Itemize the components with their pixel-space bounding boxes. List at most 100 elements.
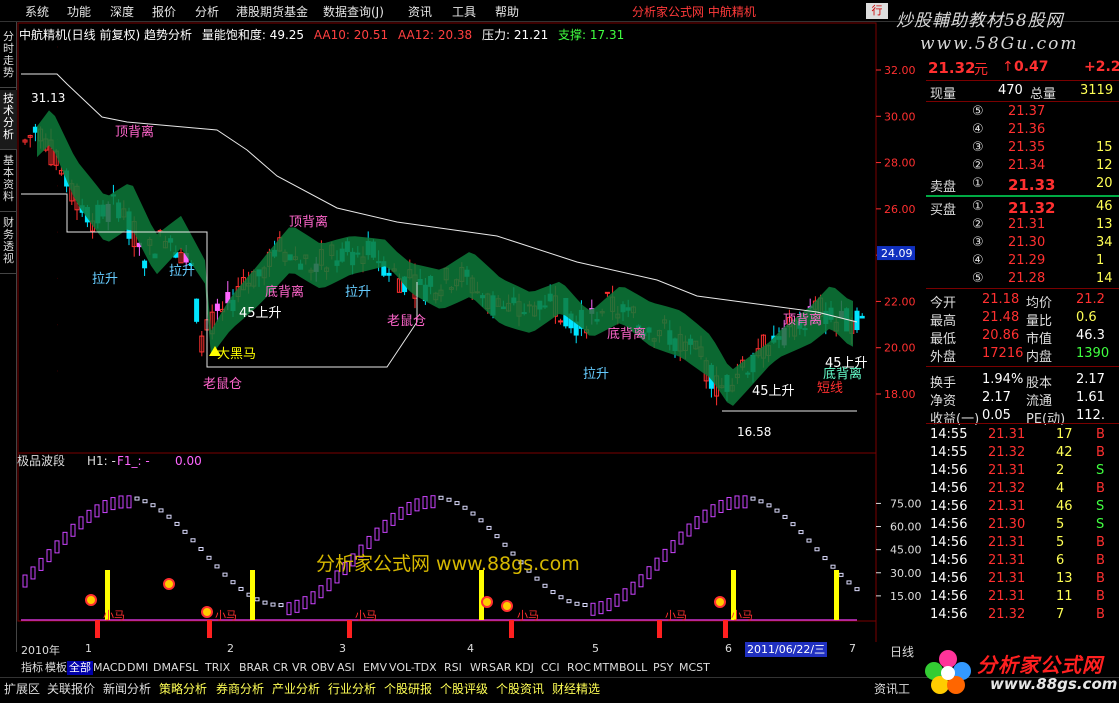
menu-tools[interactable]: 工具 (452, 3, 476, 20)
indicator-tab-psy[interactable]: PSY (651, 661, 675, 675)
tick-volume: 5 (1056, 517, 1065, 532)
aa10-value: AA10: 20.51 (313, 28, 389, 42)
search-box[interactable]: 行 (866, 3, 888, 19)
menu-quote[interactable]: 报价 (152, 3, 176, 20)
menu-system[interactable]: 系统 (25, 3, 49, 20)
bottom-tab[interactable]: 行业分析 (328, 680, 376, 697)
indicator-tab-rsi[interactable]: RSI (442, 661, 464, 675)
order-volume: 13 (1096, 217, 1113, 232)
wave-step (718, 499, 724, 513)
sub-chart: 极品波段 H1: - F1_: - 0.00 小马 小马 小马 小马 小马 小马 (17, 453, 860, 638)
menu-info[interactable]: 资讯 (408, 3, 432, 20)
price-axis: 32.0030.0028.0026.0024.0022.0020.0018.00… (876, 64, 916, 401)
sub-axis-label: 45.00 (890, 544, 922, 557)
wave-step (222, 572, 228, 577)
bottom-tab[interactable]: 资讯工 (874, 680, 910, 697)
indicator-tab-dmi[interactable]: DMI (125, 661, 150, 675)
order-volume: 46 (1096, 199, 1113, 214)
menu-function[interactable]: 功能 (67, 3, 91, 20)
tick-direction: B (1096, 553, 1105, 568)
sidetab-technical[interactable]: 技术分析 (0, 90, 17, 150)
indicator-value: 量能饱和度: 49.25 (201, 28, 305, 42)
indicator-tab-fsl[interactable]: FSL (177, 661, 200, 675)
wave-step (470, 511, 476, 516)
sidetab-basic[interactable]: 基本资料 (0, 152, 17, 212)
indicator-tab-obv[interactable]: OBV (309, 661, 336, 675)
indicator-tab-emv[interactable]: EMV (361, 661, 389, 675)
menu-analysis[interactable]: 分析 (195, 3, 219, 20)
sub-chart-f1: F1_: - (117, 454, 150, 468)
bottom-tab[interactable]: 个股研报 (384, 680, 432, 697)
wave-step (694, 516, 700, 530)
xiaoma-label: 小马 (355, 609, 377, 622)
indicator-tab-vr[interactable]: VR (290, 661, 309, 675)
menu-help[interactable]: 帮助 (495, 3, 519, 20)
sidetab-finance[interactable]: 财务透视 (0, 214, 17, 274)
stat-label: 内盘 (1026, 350, 1053, 365)
bottom-tab[interactable]: 财经精选 (552, 680, 600, 697)
order-price: 21.31 (1008, 217, 1046, 232)
wave-step (326, 578, 332, 592)
order-index: ④ (972, 253, 984, 268)
stat-value: 2.17 (982, 390, 1011, 405)
indicator-tab-kdj[interactable]: KDJ (513, 661, 536, 675)
bottom-tab[interactable]: 券商分析 (216, 680, 264, 697)
indicator-tab-roc[interactable]: ROC (565, 661, 593, 675)
price-tick-label: 28.00 (884, 157, 916, 170)
tick-direction: B (1096, 535, 1105, 550)
candle-body (386, 272, 392, 276)
tick-volume: 5 (1056, 535, 1065, 550)
indicator-tab-macd[interactable]: MACD (91, 661, 128, 675)
indicator-tab-指标[interactable]: 指标 (19, 661, 45, 675)
indicator-tab-cci[interactable]: CCI (539, 661, 562, 675)
signal-dot-icon (714, 596, 726, 608)
indicator-tab-brar[interactable]: BRAR (237, 661, 271, 675)
bottom-tab[interactable]: 个股评级 (440, 680, 488, 697)
sidetab-intraday[interactable]: 分时走势 (0, 28, 17, 88)
stat-value: 2.17 (1076, 372, 1105, 387)
volume-row: 现量 470 总量 3119 (926, 82, 1119, 102)
bottom-tab[interactable]: 关联报价 (47, 680, 95, 697)
xiaoma-label: 小马 (517, 609, 539, 622)
bottom-tab[interactable]: 产业分析 (272, 680, 320, 697)
tick-row: 14:56 21.31 2 S (926, 462, 1119, 480)
menu-hk-futures[interactable]: 港股期货基金 (236, 3, 308, 20)
wave-step (454, 501, 460, 506)
indicator-tab-sar[interactable]: SAR (487, 661, 513, 675)
annotation-rise45: 45上升 (239, 306, 282, 321)
wave-step (726, 497, 732, 511)
bottom-tab[interactable]: 策略分析 (159, 680, 207, 697)
date-cursor: 2011/06/22/三 (745, 642, 828, 657)
wave-step (710, 504, 716, 518)
sub-axis-label: 60.00 (890, 521, 922, 534)
menu-depth[interactable]: 深度 (110, 3, 134, 20)
indicator-tab-trix[interactable]: TRIX (203, 661, 232, 675)
indicator-tab-cr[interactable]: CR (271, 661, 290, 675)
bottom-tab[interactable]: 新闻分析 (103, 680, 151, 697)
annotation-rise: 拉升 (169, 264, 195, 279)
period-selector[interactable]: 日线 (890, 643, 914, 660)
indicator-tab-asi[interactable]: ASI (335, 661, 357, 675)
order-price: 21.36 (1008, 122, 1046, 137)
indicator-tab-mcst[interactable]: MCST (677, 661, 712, 675)
last-price: 21.32 (928, 59, 976, 77)
indicator-tab-boll[interactable]: BOLL (617, 661, 649, 675)
stat-value: 21.48 (982, 310, 1020, 325)
indicator-tab-vol-tdx[interactable]: VOL-TDX (387, 661, 439, 675)
wave-step (846, 580, 852, 585)
indicator-tab-模板[interactable]: 模板 (43, 661, 69, 675)
tick-volume: 17 (1056, 427, 1073, 442)
tick-volume: 6 (1056, 553, 1065, 568)
wave-step (678, 531, 684, 545)
date-tick: 3 (339, 642, 346, 655)
annotation-rise45: 45上升 (752, 384, 795, 399)
bottom-tab[interactable]: 个股资讯 (496, 680, 544, 697)
wave-step (318, 585, 324, 599)
tick-price: 21.31 (988, 535, 1026, 550)
menu-data-query[interactable]: 数据查询(J) (323, 3, 384, 20)
candle-body (859, 315, 865, 319)
bottom-tab[interactable]: 扩展区 (4, 680, 40, 697)
order-index: ① (972, 199, 984, 214)
annotation-rise: 拉升 (583, 367, 609, 382)
indicator-tab-全部[interactable]: 全部 (67, 661, 93, 675)
